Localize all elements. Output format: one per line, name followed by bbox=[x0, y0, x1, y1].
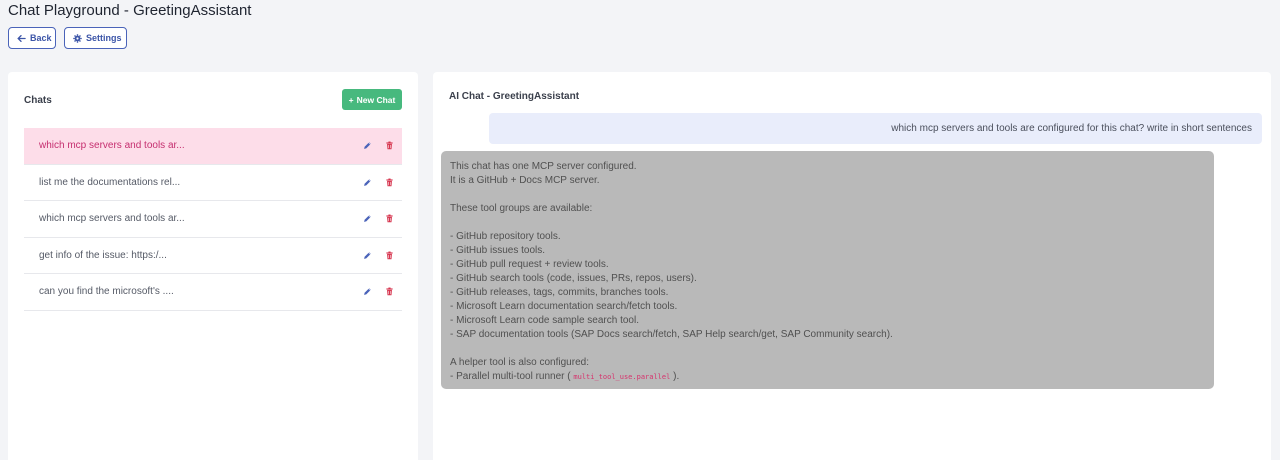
user-message-text: which mcp servers and tools are configur… bbox=[891, 123, 1252, 134]
trash-icon[interactable] bbox=[384, 177, 394, 187]
settings-button-label: Settings bbox=[86, 33, 122, 43]
assistant-message-line: This chat has one MCP server configured. bbox=[450, 161, 637, 172]
assistant-message-line: - SAP documentation tools (SAP Docs sear… bbox=[450, 329, 893, 340]
chat-heading: AI Chat - GreetingAssistant bbox=[449, 91, 580, 102]
chats-heading: Chats bbox=[24, 95, 52, 106]
assistant-message-line: - Microsoft Learn code sample search too… bbox=[450, 315, 639, 326]
pencil-icon[interactable] bbox=[362, 287, 372, 297]
assistant-message-line: - GitHub releases, tags, commits, branch… bbox=[450, 287, 669, 298]
assistant-message-line: - GitHub repository tools. bbox=[450, 231, 561, 242]
settings-button[interactable]: Settings bbox=[64, 27, 127, 49]
chat-list-item[interactable]: which mcp servers and tools ar... bbox=[24, 201, 402, 238]
new-chat-button[interactable]: + New Chat bbox=[342, 89, 402, 110]
user-message: which mcp servers and tools are configur… bbox=[489, 113, 1262, 144]
chats-panel: Chats + New Chat which mcp servers and t… bbox=[8, 72, 418, 460]
chat-list-item-label: list me the documentations rel... bbox=[39, 176, 181, 188]
assistant-message-line bbox=[450, 188, 1205, 202]
chat-list-item-label: get info of the issue: https:/... bbox=[39, 249, 167, 261]
pencil-icon[interactable] bbox=[362, 177, 372, 187]
pencil-icon[interactable] bbox=[362, 214, 372, 224]
chat-list-item[interactable]: get info of the issue: https:/... bbox=[24, 238, 402, 274]
chat-list-item[interactable]: which mcp servers and tools ar... bbox=[24, 128, 402, 165]
page-title: Chat Playground - GreetingAssistant bbox=[8, 2, 252, 19]
assistant-message-line: - Parallel multi-tool runner ( multi_too… bbox=[450, 370, 1205, 384]
assistant-message: This chat has one MCP server configured.… bbox=[441, 151, 1214, 389]
plus-icon: + bbox=[348, 94, 354, 105]
pencil-icon[interactable] bbox=[362, 250, 372, 260]
assistant-message-line: - GitHub search tools (code, issues, PRs… bbox=[450, 273, 697, 284]
trash-icon[interactable] bbox=[384, 250, 394, 260]
line-suffix: ). bbox=[673, 371, 680, 382]
assistant-message-line: These tool groups are available: bbox=[450, 203, 593, 214]
arrow-left-icon bbox=[17, 34, 26, 43]
assistant-message-line bbox=[450, 216, 1205, 230]
chat-list-item-label: which mcp servers and tools ar... bbox=[39, 140, 185, 152]
assistant-message-line: - GitHub pull request + review tools. bbox=[450, 259, 609, 270]
assistant-message-line: - GitHub issues tools. bbox=[450, 245, 546, 256]
assistant-message-line: A helper tool is also configured: bbox=[450, 357, 589, 368]
assistant-message-line bbox=[450, 342, 1205, 356]
back-button-label: Back bbox=[30, 33, 52, 43]
chat-list-item-label: which mcp servers and tools ar... bbox=[39, 213, 185, 225]
chat-list-item[interactable]: list me the documentations rel... bbox=[24, 165, 402, 201]
chat-list: which mcp servers and tools ar... list m… bbox=[24, 128, 402, 311]
new-chat-label: New Chat bbox=[356, 94, 396, 105]
back-button[interactable]: Back bbox=[8, 27, 56, 49]
chat-list-item-label: can you find the microsoft's .... bbox=[39, 286, 174, 298]
trash-icon[interactable] bbox=[384, 214, 394, 224]
assistant-message-line: It is a GitHub + Docs MCP server. bbox=[450, 175, 600, 186]
inline-code: multi_tool_use.parallel bbox=[573, 373, 671, 381]
gear-icon bbox=[73, 33, 82, 43]
chat-list-item[interactable]: can you find the microsoft's .... bbox=[24, 274, 402, 311]
chat-panel: AI Chat - GreetingAssistant which mcp se… bbox=[433, 72, 1271, 460]
trash-icon[interactable] bbox=[384, 141, 394, 151]
pencil-icon[interactable] bbox=[362, 141, 372, 151]
trash-icon[interactable] bbox=[384, 287, 394, 297]
line-prefix: - Parallel multi-tool runner ( bbox=[450, 371, 571, 382]
assistant-message-line: - Microsoft Learn documentation search/f… bbox=[450, 301, 678, 312]
